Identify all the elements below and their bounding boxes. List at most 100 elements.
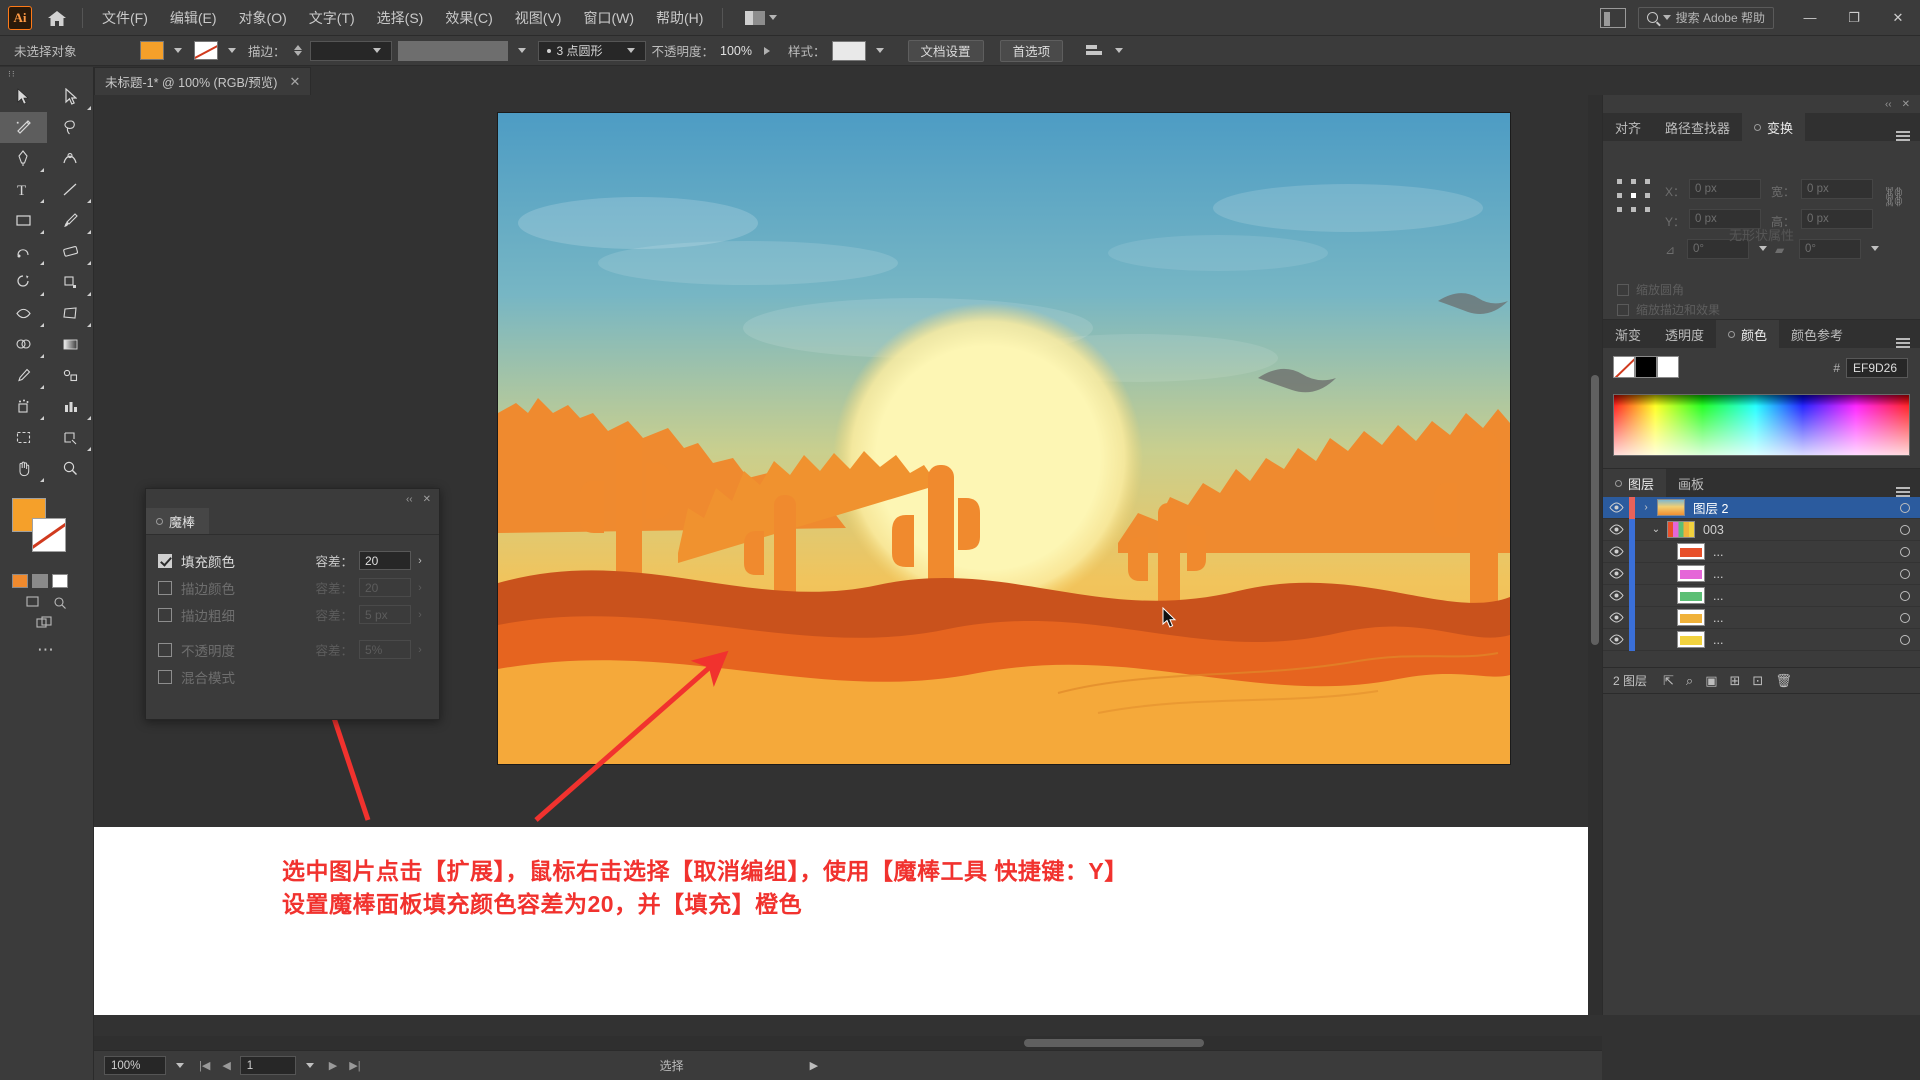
toolbar-stroke-swatch[interactable] bbox=[32, 518, 66, 552]
menu-edit[interactable]: 编辑(E) bbox=[159, 2, 228, 34]
menu-file[interactable]: 文件(F) bbox=[91, 2, 159, 34]
maximize-button[interactable]: ❐ bbox=[1832, 0, 1876, 36]
stroke-weight-stepper[interactable] bbox=[293, 45, 302, 56]
layer-target-indicator[interactable] bbox=[1890, 634, 1920, 645]
layer-row[interactable]: ... bbox=[1603, 540, 1920, 563]
visibility-eye-icon[interactable] bbox=[1603, 502, 1629, 513]
layer-target-indicator[interactable] bbox=[1890, 612, 1920, 623]
status-expand-icon[interactable]: ▶ bbox=[810, 1059, 818, 1072]
reference-point-selector[interactable] bbox=[1617, 179, 1651, 213]
document-tab[interactable]: 未标题-1* @ 100% (RGB/预览) ✕ bbox=[94, 67, 312, 95]
magic-wand-row[interactable]: 填充颜色 容差： 20 › bbox=[158, 547, 429, 574]
menu-select[interactable]: 选择(S) bbox=[366, 2, 435, 34]
tool-gradient-tool[interactable] bbox=[47, 329, 94, 360]
swatch-white[interactable] bbox=[1657, 356, 1679, 378]
search-input[interactable]: 搜索 Adobe 帮助 bbox=[1676, 9, 1765, 26]
gradient-mode-button[interactable] bbox=[32, 574, 48, 588]
tab-渐变[interactable]: 渐变 bbox=[1603, 320, 1654, 348]
next-artboard-button[interactable]: ▶ bbox=[326, 1059, 340, 1072]
layer-row[interactable]: ⌄ 003 bbox=[1603, 518, 1920, 541]
constrain-proportions-icon[interactable]: ⛓ bbox=[1882, 185, 1906, 209]
make-clipping-mask-icon[interactable]: ▣ bbox=[1705, 673, 1717, 689]
tolerance-expand-icon[interactable]: › bbox=[411, 551, 429, 570]
color-spectrum-strip[interactable] bbox=[1613, 394, 1910, 456]
layer-name[interactable]: ... bbox=[1713, 545, 1890, 559]
close-icon[interactable]: ✕ bbox=[289, 74, 300, 90]
tab-路径查找器[interactable]: 路径查找器 bbox=[1653, 113, 1743, 141]
hex-input[interactable]: EF9D26 bbox=[1846, 358, 1908, 378]
tab-透明度[interactable]: 透明度 bbox=[1653, 320, 1717, 348]
tool-scale-tool[interactable] bbox=[47, 267, 94, 298]
layer-row[interactable]: ... bbox=[1603, 562, 1920, 585]
opacity-expand-icon[interactable] bbox=[764, 46, 771, 55]
magic-wand-row[interactable]: 描边粗细 容差： 5 px › bbox=[158, 601, 429, 628]
layer-row[interactable]: ... bbox=[1603, 628, 1920, 651]
tool-eyedropper-tool[interactable] bbox=[0, 360, 47, 391]
tool-artboard-tool[interactable] bbox=[0, 422, 47, 453]
search-layer-icon[interactable]: ⌕ bbox=[1686, 673, 1693, 689]
tab-画板[interactable]: 画板 bbox=[1666, 469, 1717, 497]
visibility-eye-icon[interactable] bbox=[1603, 524, 1629, 535]
fill-color-swatch[interactable] bbox=[140, 41, 164, 60]
tool-symbol-sprayer-tool[interactable] bbox=[0, 391, 47, 422]
tool-width-tool[interactable] bbox=[0, 298, 47, 329]
create-new-layer-icon[interactable]: ⊡ bbox=[1752, 673, 1763, 689]
layer-target-indicator[interactable] bbox=[1890, 502, 1920, 513]
tolerance-expand-icon[interactable]: › bbox=[411, 578, 429, 597]
home-icon[interactable] bbox=[40, 1, 74, 35]
stroke-weight-field[interactable] bbox=[309, 40, 392, 61]
magic-wand-row[interactable]: 描边颜色 容差： 20 › bbox=[158, 574, 429, 601]
menu-effect[interactable]: 效果(C) bbox=[434, 2, 503, 34]
layer-row[interactable]: › 图层 2 bbox=[1603, 497, 1920, 519]
last-artboard-button[interactable]: ▶| bbox=[346, 1059, 363, 1072]
tool-type-tool[interactable]: T bbox=[0, 174, 47, 205]
menu-help[interactable]: 帮助(H) bbox=[645, 2, 714, 34]
layer-row[interactable]: ... bbox=[1603, 606, 1920, 629]
checkbox-icon[interactable] bbox=[158, 607, 172, 622]
delete-selection-icon[interactable]: 🗑 bbox=[1775, 673, 1792, 689]
tool-rotate-tool[interactable] bbox=[0, 267, 47, 298]
magic-wand-row[interactable]: 混合模式 bbox=[158, 663, 429, 690]
layers-list[interactable]: › 图层 2 ⌄ 003............... bbox=[1603, 497, 1920, 667]
layer-expander-icon[interactable]: ⌄ bbox=[1645, 524, 1667, 535]
layer-target-indicator[interactable] bbox=[1890, 568, 1920, 579]
visibility-eye-icon[interactable] bbox=[1603, 568, 1629, 579]
layer-expander-icon[interactable]: › bbox=[1635, 502, 1657, 513]
transform-w-field[interactable]: 0 px bbox=[1801, 179, 1873, 199]
document-setup-button[interactable]: 文档设置 bbox=[907, 39, 984, 62]
create-new-sublayer-icon[interactable]: ⊞ bbox=[1730, 673, 1741, 689]
magic-wand-panel-titlebar[interactable]: ‹‹ ✕ bbox=[146, 489, 439, 509]
checkbox-icon[interactable] bbox=[158, 553, 172, 568]
tolerance-input[interactable]: 20 bbox=[359, 551, 411, 570]
tool-rectangle-tool[interactable] bbox=[0, 205, 47, 236]
checkbox-icon[interactable] bbox=[158, 642, 172, 657]
menu-type[interactable]: 文字(T) bbox=[298, 2, 366, 34]
tab-对齐[interactable]: 对齐 bbox=[1603, 113, 1654, 141]
scrollbar-thumb[interactable] bbox=[1591, 375, 1599, 645]
workspace-switcher[interactable] bbox=[739, 8, 783, 28]
transform-panel-menu-icon[interactable] bbox=[1896, 131, 1910, 141]
visibility-eye-icon[interactable] bbox=[1603, 612, 1629, 623]
scale-corners-checkbox[interactable]: 缩放圆角 bbox=[1617, 281, 1684, 298]
scale-strokes-checkbox[interactable]: 缩放描边和效果 bbox=[1617, 301, 1720, 318]
tool-line-segment-tool[interactable] bbox=[47, 174, 94, 205]
tool-column-graph-tool[interactable] bbox=[47, 391, 94, 422]
close-icon[interactable]: ✕ bbox=[423, 494, 431, 505]
checkbox-icon[interactable] bbox=[158, 580, 172, 595]
collapse-icon[interactable]: ‹‹ bbox=[1885, 99, 1892, 110]
tab-图层[interactable]: 图层 bbox=[1603, 469, 1667, 497]
tool-zoom-tool[interactable] bbox=[47, 453, 94, 484]
collapse-icon[interactable]: ‹‹ bbox=[406, 494, 413, 505]
tab-变换[interactable]: 变换 bbox=[1742, 113, 1806, 141]
tool-eraser-tool[interactable] bbox=[47, 236, 94, 267]
panel-toggle-icon[interactable] bbox=[1599, 7, 1626, 28]
layer-row[interactable]: ... bbox=[1603, 584, 1920, 607]
toolbar-more-tools-button[interactable]: ⋯ bbox=[0, 630, 93, 660]
search-box[interactable]: 搜索 Adobe 帮助 bbox=[1637, 6, 1774, 29]
zoom-chevron-icon[interactable] bbox=[176, 1063, 184, 1068]
tool-free-transform-tool[interactable] bbox=[47, 298, 94, 329]
canvas-vertical-scrollbar[interactable] bbox=[1588, 95, 1602, 1015]
close-button[interactable]: ✕ bbox=[1876, 0, 1920, 36]
swatch-none[interactable] bbox=[1613, 356, 1635, 378]
tolerance-expand-icon[interactable]: › bbox=[411, 605, 429, 624]
